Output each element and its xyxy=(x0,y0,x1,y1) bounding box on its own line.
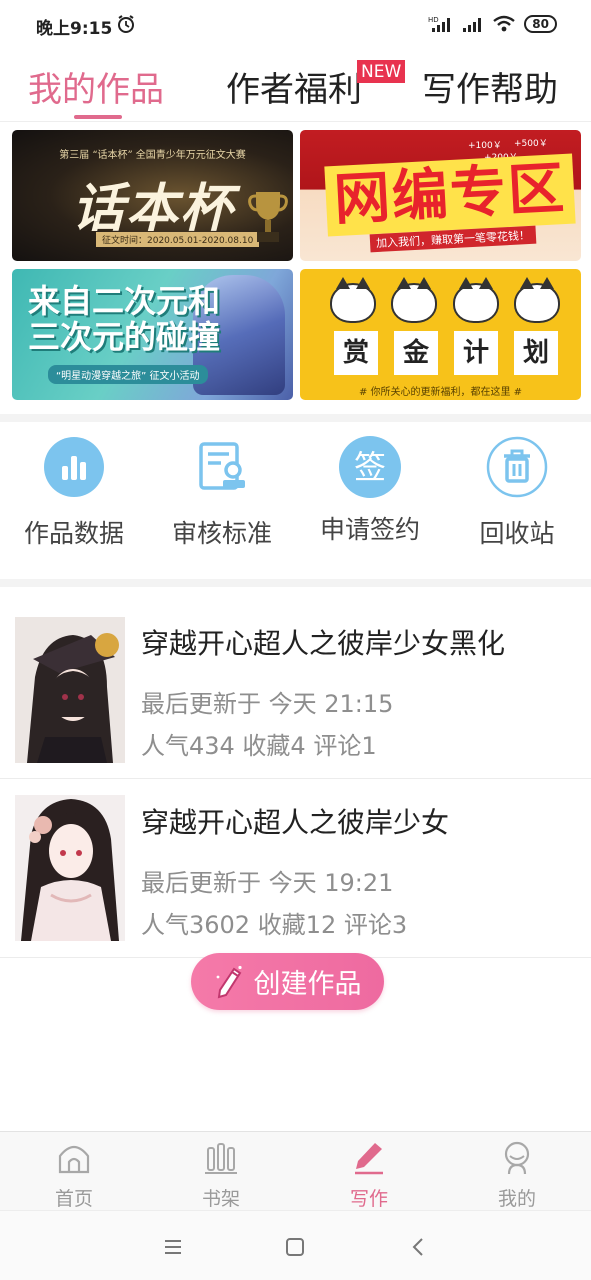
create-work-label: 创建作品 xyxy=(253,969,362,1000)
action-label: 申请签约 xyxy=(319,515,420,544)
work-update-time: 最后更新于 今天 21:15 xyxy=(141,690,394,718)
signal-icon xyxy=(463,18,482,32)
action-label: 审核标准 xyxy=(171,519,272,548)
banner-web-editor-title: 网编专区 xyxy=(324,153,576,237)
nav-label: 写作 xyxy=(349,1188,388,1210)
bar-chart-icon xyxy=(44,437,104,497)
banner-bounty-subtitle: # 你所关心的更新福利，都在这里 # xyxy=(358,387,523,398)
svg-text:HD: HD xyxy=(428,16,439,24)
work-title: 穿越开心超人之彼岸少女 xyxy=(141,806,450,839)
work-update-time: 最后更新于 今天 19:21 xyxy=(141,869,394,897)
nav-write[interactable]: 写作 xyxy=(314,1140,424,1211)
back-icon[interactable] xyxy=(407,1235,431,1259)
trophy-icon xyxy=(248,192,288,242)
banner-huaben-date: 征文时间：2020.05.01-2020.08.10 xyxy=(96,232,260,247)
action-works-data[interactable]: 作品数据 xyxy=(0,436,148,550)
action-recycle-bin[interactable]: 回收站 xyxy=(443,436,591,550)
tab-writing-help[interactable]: 写作帮助 xyxy=(422,62,558,111)
bounty-cards: 赏 金 计 划 xyxy=(334,331,558,375)
bounty-card: 计 xyxy=(454,331,498,375)
battery-icon: 80 xyxy=(524,15,557,33)
banner-anime-subtitle: “明星动漫穿越之旅” 征文小活动 xyxy=(48,365,208,384)
review-doc-icon xyxy=(199,442,245,490)
wifi-icon xyxy=(493,15,516,32)
work-stats: 人气3602 收藏12 评论3 xyxy=(141,911,408,939)
nav-bookshelf[interactable]: 书架 xyxy=(166,1140,276,1211)
banner-huaben-cup[interactable]: 第三届 “话本杯” 全国青少年万元征文大赛 话本杯 征文时间：2020.05.0… xyxy=(12,130,293,261)
cat-image xyxy=(513,277,560,323)
nav-label: 首页 xyxy=(54,1188,93,1210)
banner-coin-2: +500￥ xyxy=(514,139,548,149)
cat-image xyxy=(330,277,376,323)
banner-huaben-title: 话本杯 xyxy=(72,178,235,239)
bounty-card: 金 xyxy=(394,331,438,375)
work-stats: 人气434 收藏4 评论1 xyxy=(141,732,377,760)
banner-anime-title: 来自二次元和三次元的碰撞 xyxy=(28,282,221,356)
trash-icon xyxy=(486,436,548,498)
tab-my-works[interactable]: 我的作品 xyxy=(28,62,164,111)
book-cover-image xyxy=(15,795,125,941)
bookshelf-icon xyxy=(205,1143,237,1174)
banner-web-editor[interactable]: +100￥ +500￥ +200￥ 网编专区 加入我们，赚取第一笔零花钱！ xyxy=(300,130,581,261)
nav-label: 我的 xyxy=(497,1188,536,1210)
banner-huaben-top-text: 第三届 “话本杯” 全国青少年万元征文大赛 xyxy=(59,150,246,161)
action-label: 作品数据 xyxy=(23,519,124,548)
home-square-icon[interactable] xyxy=(283,1235,307,1259)
nav-profile[interactable]: 我的 xyxy=(462,1140,572,1211)
banner-bounty-plan[interactable]: 赏 金 计 划 # 你所关心的更新福利，都在这里 # xyxy=(300,269,581,400)
new-badge: NEW xyxy=(357,60,406,83)
home-icon xyxy=(58,1145,90,1174)
status-time: 晚上9:15 xyxy=(36,19,113,39)
cat-illustrations xyxy=(330,277,560,323)
work-list-item[interactable]: 穿越开心超人之彼岸少女 最后更新于 今天 19:21 人气3602 收藏12 评… xyxy=(0,779,591,955)
hd-signal-icon: HD xyxy=(428,16,451,32)
alarm-icon xyxy=(118,15,134,33)
bounty-card: 划 xyxy=(514,331,558,375)
work-title: 穿越开心超人之彼岸少女黑化 xyxy=(141,627,506,660)
section-divider xyxy=(0,579,591,587)
nav-home[interactable]: 首页 xyxy=(19,1140,129,1211)
profile-icon xyxy=(504,1141,530,1175)
bounty-card: 赏 xyxy=(334,331,378,375)
action-label: 回收站 xyxy=(479,519,555,548)
nav-label: 书架 xyxy=(201,1188,240,1210)
book-cover-image xyxy=(15,617,125,763)
pen-icon xyxy=(355,1143,383,1175)
work-list-item[interactable]: 穿越开心超人之彼岸少女黑化 最后更新于 今天 21:15 人气434 收藏4 评… xyxy=(0,600,591,776)
section-divider xyxy=(0,414,591,422)
tab-author-benefits[interactable]: 作者福利 xyxy=(226,62,362,111)
banner-anime-collision[interactable]: 来自二次元和三次元的碰撞 “明星动漫穿越之旅” 征文小活动 xyxy=(12,269,293,400)
bottom-nav: 首页 书架 写作 我的 xyxy=(0,1131,591,1210)
menu-icon[interactable] xyxy=(161,1235,185,1259)
cat-image xyxy=(452,277,499,323)
cat-image xyxy=(391,277,438,323)
action-review-standards[interactable]: 审核标准 xyxy=(148,436,296,550)
system-nav-bar xyxy=(0,1210,591,1280)
status-bar: 晚上9:15 HD 80 xyxy=(0,0,591,44)
active-tab-indicator xyxy=(74,115,122,119)
sign-icon: 签 xyxy=(339,436,401,498)
pencil-icon xyxy=(216,965,242,998)
action-apply-contract[interactable]: 签 申请签约 xyxy=(296,436,444,546)
top-tabs: 我的作品 作者福利 NEW 写作帮助 xyxy=(0,44,591,122)
create-work-button[interactable]: 创建作品 xyxy=(191,953,384,1010)
